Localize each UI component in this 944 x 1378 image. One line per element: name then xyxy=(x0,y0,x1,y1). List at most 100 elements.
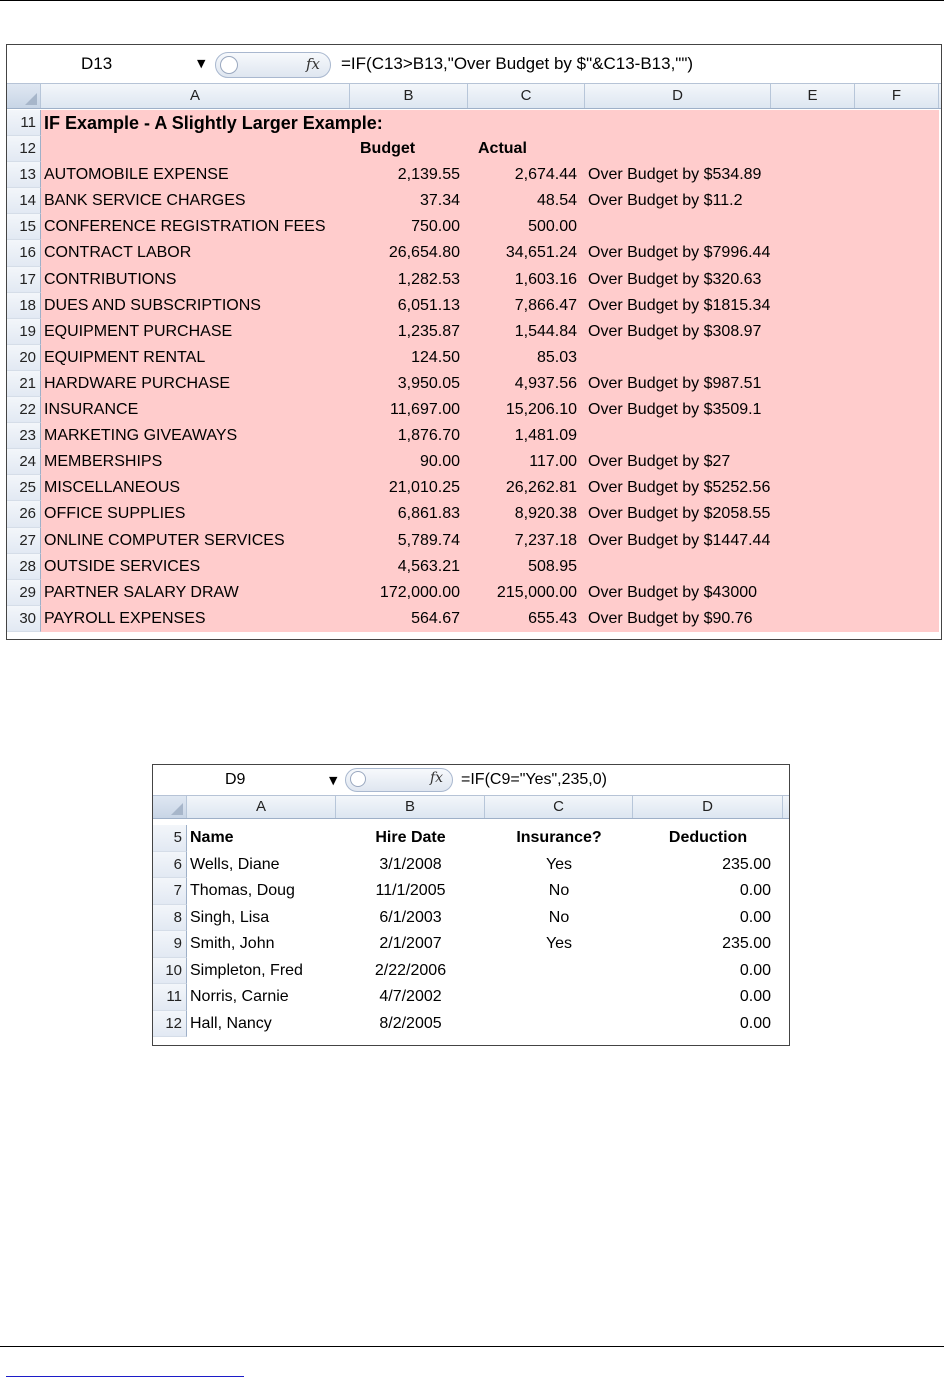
row-header[interactable]: 8 xyxy=(153,904,187,931)
row-header[interactable]: 18 xyxy=(7,292,41,319)
insurance-cell[interactable]: No xyxy=(485,905,633,932)
insurance-cell[interactable] xyxy=(485,1011,633,1038)
over-budget-cell[interactable]: Over Budget by $1447.44 xyxy=(585,527,939,554)
over-budget-cell[interactable]: Over Budget by $5252.56 xyxy=(585,475,939,502)
budget-cell[interactable]: 750.00 xyxy=(350,214,468,241)
actual-cell[interactable]: 26,262.81 xyxy=(468,475,585,502)
expense-name-cell[interactable]: DUES AND SUBSCRIPTIONS xyxy=(41,292,350,319)
expense-name-cell[interactable]: CONTRIBUTIONS xyxy=(41,266,350,293)
hire-date-cell[interactable]: 2/22/2006 xyxy=(336,958,485,985)
expense-name-cell[interactable]: PARTNER SALARY DRAW xyxy=(41,579,350,606)
over-budget-cell[interactable]: Over Budget by $1815.34 xyxy=(585,292,939,319)
row-header[interactable]: 14 xyxy=(7,188,41,215)
deduction-cell[interactable]: 0.00 xyxy=(633,878,783,905)
budget-cell[interactable]: 6,861.83 xyxy=(350,501,468,528)
row-header[interactable]: 16 xyxy=(7,240,41,267)
insurance-header-cell[interactable]: Insurance? xyxy=(485,825,633,852)
expense-name-cell[interactable]: CONFERENCE REGISTRATION FEES xyxy=(41,214,350,241)
expense-name-cell[interactable]: MARKETING GIVEAWAYS xyxy=(41,423,350,450)
over-budget-cell[interactable]: Over Budget by $90.76 xyxy=(585,605,939,632)
row-header[interactable]: 11 xyxy=(153,984,187,1011)
row-header[interactable]: 25 xyxy=(7,475,41,502)
column-header-b[interactable]: B xyxy=(336,796,485,818)
budget-cell[interactable]: 26,654.80 xyxy=(350,240,468,267)
row-header[interactable]: 9 xyxy=(153,931,187,958)
row-header[interactable]: 29 xyxy=(7,579,41,606)
expense-name-cell[interactable]: HARDWARE PURCHASE xyxy=(41,370,350,398)
budget-cell[interactable]: 5,789.74 xyxy=(350,527,468,554)
over-budget-cell[interactable]: Over Budget by $27 xyxy=(585,449,939,476)
hire-date-cell[interactable]: 3/1/2008 xyxy=(336,852,485,879)
over-budget-cell[interactable] xyxy=(585,423,939,450)
insurance-cell[interactable]: Yes xyxy=(485,931,633,958)
over-budget-cell[interactable] xyxy=(585,344,939,371)
budget-cell[interactable]: 124.50 xyxy=(350,344,468,371)
budget-cell[interactable]: 90.00 xyxy=(350,449,468,476)
deduction-header-cell[interactable]: Deduction xyxy=(633,825,783,852)
name-cell[interactable]: Smith, John xyxy=(187,931,336,958)
actual-cell[interactable]: 655.43 xyxy=(468,605,585,632)
name-cell[interactable]: Simpleton, Fred xyxy=(187,958,336,985)
name-box[interactable]: D13 xyxy=(7,45,207,83)
name-box[interactable]: D9 xyxy=(153,765,343,795)
deduction-cell[interactable]: 235.00 xyxy=(633,852,783,879)
actual-cell[interactable]: 508.95 xyxy=(468,553,585,580)
formula-input[interactable]: =IF(C9="Yes",235,0) xyxy=(461,771,607,789)
budget-cell[interactable]: 11,697.00 xyxy=(350,397,468,424)
select-all-corner[interactable] xyxy=(153,796,187,818)
expense-name-cell[interactable]: INSURANCE xyxy=(41,397,350,424)
budget-cell[interactable]: 6,051.13 xyxy=(350,292,468,319)
over-budget-cell[interactable]: Over Budget by $7996.44 xyxy=(585,240,939,267)
row-header[interactable]: 21 xyxy=(7,370,41,398)
insurance-cell[interactable] xyxy=(485,958,633,985)
formula-input[interactable]: =IF(C13>B13,"Over Budget by $"&C13-B13,"… xyxy=(341,54,693,74)
hire-date-cell[interactable]: 2/1/2007 xyxy=(336,931,485,958)
actual-cell[interactable]: 7,866.47 xyxy=(468,292,585,319)
expense-name-cell[interactable]: OUTSIDE SERVICES xyxy=(41,553,350,580)
budget-cell[interactable]: 1,876.70 xyxy=(350,423,468,450)
row-header[interactable]: 22 xyxy=(7,397,41,424)
expense-name-cell[interactable]: ONLINE COMPUTER SERVICES xyxy=(41,527,350,554)
budget-cell[interactable]: 1,235.87 xyxy=(350,318,468,345)
budget-cell[interactable]: 564.67 xyxy=(350,605,468,632)
title-cell[interactable]: IF Example - A Slightly Larger Example: xyxy=(41,110,939,137)
row-header[interactable]: 17 xyxy=(7,266,41,293)
deduction-cell[interactable]: 0.00 xyxy=(633,1011,783,1038)
budget-cell[interactable]: 172,000.00 xyxy=(350,579,468,606)
name-cell[interactable]: Thomas, Doug xyxy=(187,878,336,905)
expense-name-cell[interactable]: MISCELLANEOUS xyxy=(41,475,350,502)
hire-date-header-cell[interactable]: Hire Date xyxy=(336,825,485,852)
row-header[interactable]: 26 xyxy=(7,501,41,528)
row-header[interactable]: 13 xyxy=(7,162,41,189)
column-header-f[interactable]: F xyxy=(855,84,939,108)
name-box-dropdown-icon[interactable]: ▼ xyxy=(197,57,205,70)
over-budget-cell[interactable]: Over Budget by $987.51 xyxy=(585,370,939,398)
over-budget-cell[interactable]: Over Budget by $534.89 xyxy=(585,162,939,189)
insurance-cell[interactable]: Yes xyxy=(485,852,633,879)
row-header[interactable]: 15 xyxy=(7,214,41,241)
budget-cell[interactable]: 21,010.25 xyxy=(350,475,468,502)
actual-cell[interactable]: 85.03 xyxy=(468,344,585,371)
actual-cell[interactable]: 1,481.09 xyxy=(468,423,585,450)
cell[interactable] xyxy=(41,136,350,163)
actual-cell[interactable]: 500.00 xyxy=(468,214,585,241)
row-header[interactable]: 10 xyxy=(153,957,187,984)
expense-name-cell[interactable]: PAYROLL EXPENSES xyxy=(41,605,350,632)
hire-date-cell[interactable]: 11/1/2005 xyxy=(336,878,485,905)
actual-header-cell[interactable]: Actual xyxy=(468,136,585,163)
actual-cell[interactable]: 8,920.38 xyxy=(468,501,585,528)
hire-date-cell[interactable]: 8/2/2005 xyxy=(336,1011,485,1038)
row-header[interactable]: 5 xyxy=(153,825,187,852)
name-cell[interactable]: Wells, Diane xyxy=(187,852,336,879)
actual-cell[interactable]: 1,603.16 xyxy=(468,266,585,293)
actual-cell[interactable]: 15,206.10 xyxy=(468,397,585,424)
actual-cell[interactable]: 7,237.18 xyxy=(468,527,585,554)
budget-cell[interactable]: 2,139.55 xyxy=(350,162,468,189)
budget-header-cell[interactable]: Budget xyxy=(350,136,468,163)
actual-cell[interactable]: 117.00 xyxy=(468,449,585,476)
select-all-corner[interactable] xyxy=(7,84,41,108)
formula-bar-resize-handle-icon[interactable] xyxy=(220,56,238,74)
actual-cell[interactable]: 48.54 xyxy=(468,188,585,215)
column-header-a[interactable]: A xyxy=(41,84,350,108)
budget-cell[interactable]: 37.34 xyxy=(350,188,468,215)
